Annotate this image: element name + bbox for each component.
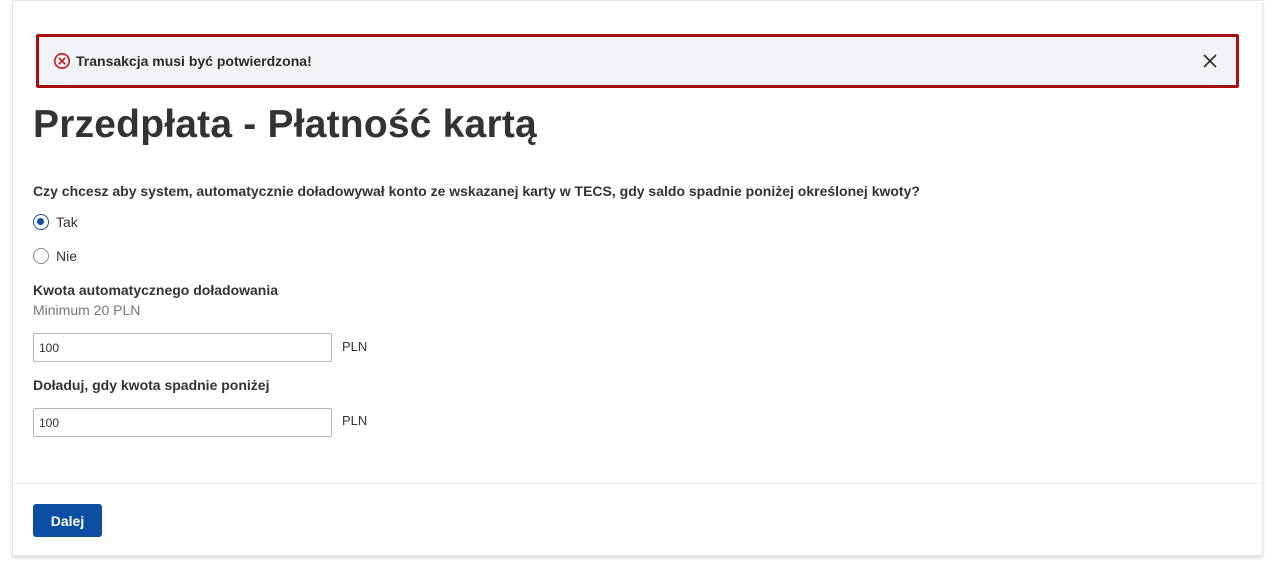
next-button[interactable]: Dalej [33,504,102,537]
radio-no-label: Nie [56,248,78,264]
radio-option-no[interactable]: Nie [33,248,77,264]
topup-amount-hint: Minimum 20 PLN [33,302,141,318]
payment-card: Transakcja musi być potwierdzona! Przedp… [12,0,1263,556]
radio-yes-label: Tak [56,214,78,230]
page-title: Przedpłata - Płatność kartą [33,103,537,146]
close-icon[interactable] [1200,51,1220,71]
topup-amount-label: Kwota automatycznego doładowania [33,282,279,298]
threshold-label: Doładuj, gdy kwota spadnie poniżej [33,377,270,393]
radio-no-control[interactable] [33,248,49,264]
topup-amount-unit: PLN [342,339,368,354]
error-circle-icon [53,52,71,70]
error-alert: Transakcja musi być potwierdzona! [36,34,1239,88]
threshold-input[interactable] [33,408,332,437]
threshold-unit: PLN [342,413,368,428]
footer-divider [13,483,1262,484]
topup-amount-input[interactable] [33,333,332,362]
radio-yes-control[interactable] [33,214,49,230]
auto-topup-question: Czy chcesz aby system, automatycznie doł… [33,183,920,199]
radio-option-yes[interactable]: Tak [33,214,78,230]
alert-message: Transakcja musi być potwierdzona! [76,53,312,69]
